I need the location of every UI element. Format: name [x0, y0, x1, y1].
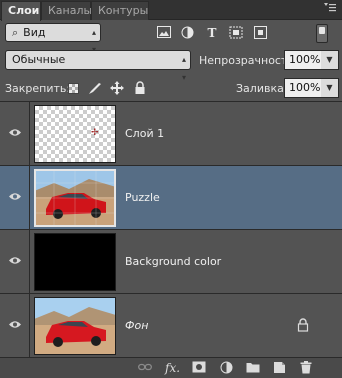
- visibility-toggle[interactable]: [0, 294, 30, 357]
- shape-filter-icon[interactable]: [229, 26, 243, 40]
- adjustment-filter-icon[interactable]: [180, 26, 194, 40]
- panel-menu-icon[interactable]: [322, 2, 338, 16]
- image-filter-icon[interactable]: [157, 26, 171, 40]
- svg-text:✢: ✢: [91, 128, 99, 138]
- layer-thumbnail-black: [34, 233, 116, 291]
- visibility-toggle[interactable]: [0, 230, 30, 293]
- lock-row: Закрепить: Заливка: 100% ▼: [0, 76, 342, 100]
- layer-row-puzzle[interactable]: Puzzle: [0, 166, 342, 230]
- layer-filter-row: ⌕Вид ▴▾ T: [0, 21, 342, 54]
- opacity-input[interactable]: 100%: [284, 50, 322, 70]
- tab-paths[interactable]: Контуры: [91, 1, 149, 20]
- lock-icon: [297, 318, 309, 332]
- fill-dropdown-icon[interactable]: ▼: [321, 78, 339, 98]
- layer-mask-icon[interactable]: [192, 361, 206, 375]
- eye-icon: [9, 129, 21, 136]
- new-layer-icon[interactable]: [272, 361, 286, 375]
- eye-icon: [9, 257, 21, 264]
- lock-position-icon[interactable]: [110, 81, 124, 95]
- panel-tab-bar: Слои Каналы Контуры: [0, 0, 342, 21]
- layer-name: Puzzle: [125, 191, 160, 204]
- search-icon: ⌕: [12, 26, 19, 39]
- tab-layers[interactable]: Слои: [1, 1, 41, 21]
- eye-icon: [9, 193, 21, 200]
- layer-row-background[interactable]: Фон: [0, 294, 342, 358]
- filter-kind-label: Вид: [23, 26, 46, 39]
- filter-kind-select[interactable]: ⌕Вид ▴▾: [5, 23, 101, 54]
- layer-name: Background color: [125, 255, 222, 268]
- lock-transparent-icon[interactable]: [68, 83, 79, 94]
- fill-input[interactable]: 100%: [284, 78, 322, 98]
- fill-label: Заливка:: [236, 82, 288, 95]
- group-folder-icon[interactable]: [246, 361, 260, 375]
- blend-mode-value: Обычные: [12, 53, 66, 66]
- layer-row-background-color[interactable]: Background color: [0, 230, 342, 294]
- opacity-label: Непрозрачность:: [199, 54, 298, 67]
- adjustment-layer-icon[interactable]: [219, 361, 233, 375]
- lock-image-icon[interactable]: [88, 81, 102, 95]
- type-filter-icon[interactable]: T: [205, 26, 219, 40]
- visibility-toggle[interactable]: [0, 102, 30, 165]
- lock-label: Закрепить:: [5, 82, 71, 95]
- visibility-toggle[interactable]: [0, 166, 30, 229]
- tab-channels[interactable]: Каналы: [41, 1, 92, 20]
- lock-all-icon[interactable]: [133, 81, 147, 95]
- layer-thumbnail-transparent: ✢: [34, 105, 116, 163]
- layer-thumbnail-car-photo: [34, 169, 116, 227]
- link-layers-icon[interactable]: [138, 361, 152, 375]
- fx-icon[interactable]: fx.: [165, 361, 180, 375]
- trash-icon[interactable]: [299, 361, 313, 375]
- layer-row-layer1[interactable]: ✢ Слой 1: [0, 102, 342, 166]
- layer-name: Фон: [125, 319, 149, 332]
- eye-icon: [9, 321, 21, 328]
- layer-thumbnail-car-photo: [34, 297, 116, 355]
- blend-mode-select[interactable]: Обычные ▴ ▾: [5, 50, 191, 82]
- smart-object-filter-icon[interactable]: [253, 26, 267, 40]
- opacity-dropdown-icon[interactable]: ▼: [321, 50, 339, 70]
- layers-bottom-toolbar: fx.: [0, 357, 342, 378]
- layers-list: ✢ Слой 1 Puzzle Background color Фон: [0, 101, 342, 358]
- filter-toggle-switch[interactable]: [316, 24, 328, 43]
- blend-row: Обычные ▴ ▾ Непрозрачность: 100% ▼: [0, 48, 342, 82]
- layer-name: Слой 1: [125, 127, 165, 140]
